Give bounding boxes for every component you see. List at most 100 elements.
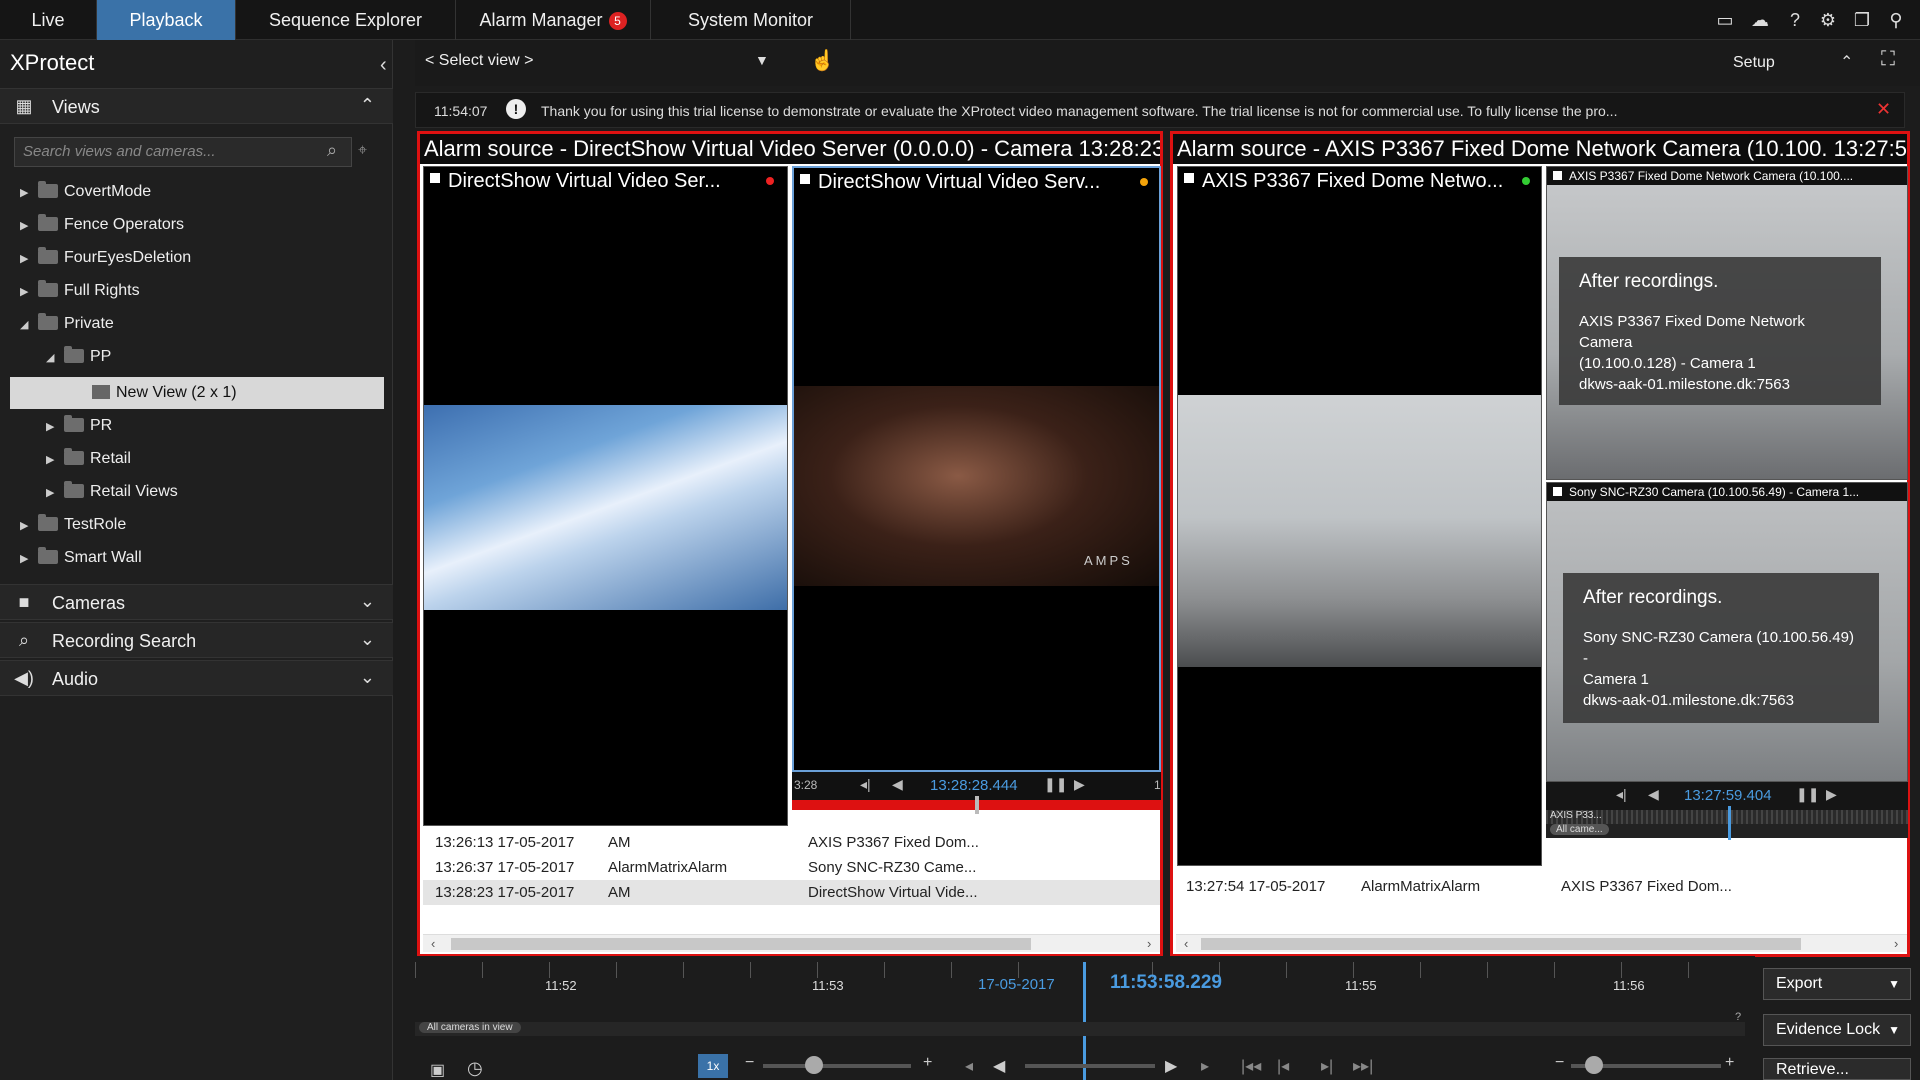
export-button[interactable]: Export ▼ xyxy=(1763,968,1911,1000)
camera-tile-axis-p3367[interactable]: AXIS P3367 Fixed Dome Netwo... xyxy=(1177,166,1542,866)
tree-item-label: Retail xyxy=(90,450,131,467)
alarm-row[interactable]: 13:26:13 17-05-2017 AM AXIS P3367 Fixed … xyxy=(423,830,1160,855)
playback-handle[interactable] xyxy=(1728,806,1731,840)
timeline-help[interactable]: ? xyxy=(1735,1011,1741,1023)
speed-slider[interactable] xyxy=(763,1064,911,1068)
gear-icon[interactable]: ⚙ xyxy=(1816,8,1840,32)
alarm-row[interactable]: 13:27:54 17-05-2017 AlarmMatrixAlarm AXI… xyxy=(1176,874,1907,899)
tree-item-smart-wall[interactable]: ▶ Smart Wall xyxy=(20,543,142,573)
step-forward-icon[interactable]: ▶ xyxy=(1074,776,1085,793)
tab-system-monitor[interactable]: System Monitor xyxy=(651,0,851,40)
folder-icon xyxy=(38,514,58,531)
speed-badge[interactable]: 1x xyxy=(698,1054,728,1078)
alarm-row-selected[interactable]: 13:28:23 17-05-2017 AM DirectShow Virtua… xyxy=(423,880,1160,905)
search-icon[interactable]: ⌕ xyxy=(327,140,337,161)
scroll-right-icon[interactable]: › xyxy=(1894,936,1898,951)
skip-back-icon[interactable]: ◂| xyxy=(1616,786,1627,803)
step-forward-icon[interactable]: ▶ xyxy=(1826,786,1837,803)
speed-slider-handle[interactable] xyxy=(805,1056,823,1074)
snapshot-icon[interactable]: ▣ xyxy=(430,1060,445,1080)
timeline-track[interactable]: All cameras in view xyxy=(415,1022,1745,1036)
zoom-minus-icon[interactable]: − xyxy=(1555,1054,1564,1072)
chevron-up-icon[interactable]: ⌃ xyxy=(1840,52,1853,72)
help-icon[interactable]: ? xyxy=(1783,8,1807,32)
audio-section-header[interactable]: ◀) Audio ⌄ xyxy=(0,660,393,696)
scroll-right-icon[interactable]: › xyxy=(1147,936,1151,951)
recording-search-section-header[interactable]: ⌕ Recording Search ⌄ xyxy=(0,622,393,658)
camera-tile-sony-snc-rz30[interactable]: Sony SNC-RZ30 Camera (10.100.56.49) - Ca… xyxy=(1546,482,1908,782)
zoom-plus-icon[interactable]: + xyxy=(1725,1054,1734,1072)
close-icon[interactable]: ✕ xyxy=(1876,99,1891,120)
prev-frame-icon[interactable]: |◂ xyxy=(1277,1056,1289,1076)
camera-tile-directshow-1[interactable]: DirectShow Virtual Video Ser... xyxy=(423,166,788,826)
mini-timeline-track-1[interactable]: AXIS P33... xyxy=(1546,810,1908,824)
mini-timeline-track-2[interactable]: All came... xyxy=(1546,824,1908,838)
tree-item-pr[interactable]: ▶ PR xyxy=(46,411,112,441)
tree-item-label: Retail Views xyxy=(90,483,178,500)
hand-pointer-icon[interactable]: ☝ xyxy=(810,48,835,73)
prev-sequence-icon[interactable]: ◂ xyxy=(965,1056,973,1076)
jog-slider[interactable] xyxy=(1025,1064,1155,1068)
status-icon[interactable]: ☁ xyxy=(1748,8,1772,32)
last-frame-icon[interactable]: ▸▸| xyxy=(1353,1056,1373,1076)
timeline-cursor[interactable] xyxy=(1083,962,1086,1080)
pause-icon[interactable]: ❚❚ xyxy=(1044,776,1067,793)
scrollbar-thumb[interactable] xyxy=(451,938,1031,950)
pin-icon[interactable]: ⚲ xyxy=(1884,8,1908,32)
playback-handle[interactable] xyxy=(975,796,979,814)
step-back-icon[interactable]: ◀ xyxy=(1648,786,1659,803)
speed-plus-icon[interactable]: + xyxy=(923,1054,932,1072)
tree-item-fence-operators[interactable]: ▶ Fence Operators xyxy=(20,210,184,240)
horizontal-scrollbar[interactable]: ‹ › xyxy=(423,934,1160,952)
tab-alarm-manager[interactable]: Alarm Manager 5 xyxy=(456,0,651,40)
tab-sequence-explorer[interactable]: Sequence Explorer xyxy=(236,0,456,40)
first-frame-icon[interactable]: |◂◂ xyxy=(1241,1056,1261,1076)
tree-item-private[interactable]: ◢ Private xyxy=(20,309,114,339)
pause-icon[interactable]: ❚❚ xyxy=(1796,786,1819,803)
select-view-dropdown[interactable]: < Select view > xyxy=(425,52,534,70)
clock-icon[interactable]: ◷ xyxy=(467,1058,483,1079)
tab-live[interactable]: Live xyxy=(0,0,97,40)
scroll-left-icon[interactable]: ‹ xyxy=(431,936,435,951)
tree-item-label: PR xyxy=(90,417,113,434)
dropdown-arrow-icon[interactable]: ▼ xyxy=(755,52,769,68)
recording-indicator-icon xyxy=(1522,177,1530,185)
tree-item-covertmode[interactable]: ▶ CovertMode xyxy=(20,177,151,207)
speed-minus-icon[interactable]: − xyxy=(745,1054,754,1072)
scrollbar-thumb[interactable] xyxy=(1201,938,1801,950)
horizontal-scrollbar[interactable]: ‹ › xyxy=(1176,934,1907,952)
tab-playback[interactable]: Playback xyxy=(97,0,236,40)
scroll-left-icon[interactable]: ‹ xyxy=(1184,936,1188,951)
setup-button[interactable]: Setup xyxy=(1733,54,1775,72)
next-frame-icon[interactable]: ▸| xyxy=(1321,1056,1333,1076)
play-forward-icon[interactable]: ▶ xyxy=(1165,1056,1177,1076)
search-input[interactable]: Search views and cameras... xyxy=(14,137,352,167)
zoom-slider-handle[interactable] xyxy=(1585,1056,1603,1074)
folder-icon xyxy=(64,415,84,432)
fullscreen-icon[interactable]: ⛶ xyxy=(1881,48,1895,71)
views-section-header[interactable]: ▦ Views ⌃ xyxy=(0,88,393,124)
tree-item-new-view[interactable]: New View (2 x 1) xyxy=(92,378,237,408)
camera-tile-axis-p3367-recorded[interactable]: AXIS P3367 Fixed Dome Network Camera (10… xyxy=(1546,166,1908,480)
evidence-lock-button[interactable]: Evidence Lock ▼ xyxy=(1763,1014,1911,1046)
tree-item-retail-views[interactable]: ▶ Retail Views xyxy=(46,477,178,507)
camera-tile-directshow-2[interactable]: DirectShow Virtual Video Serv... AMPS xyxy=(792,166,1161,772)
cameras-section-header[interactable]: ■ Cameras ⌄ xyxy=(0,584,393,620)
alarm-row[interactable]: 13:26:37 17-05-2017 AlarmMatrixAlarm Son… xyxy=(423,855,1160,880)
collapse-panel-icon[interactable]: ‹ xyxy=(380,54,387,77)
next-sequence-icon[interactable]: ▸ xyxy=(1201,1056,1209,1076)
tree-item-pp[interactable]: ◢ PP xyxy=(46,342,111,372)
tree-item-full-rights[interactable]: ▶ Full Rights xyxy=(20,276,140,306)
alarm-type: AM xyxy=(608,884,631,901)
tag-icon[interactable]: ⌖ xyxy=(358,142,367,160)
views-header-label: Views xyxy=(52,97,100,117)
retrieve-button[interactable]: Retrieve... xyxy=(1763,1058,1911,1080)
tree-item-testrole[interactable]: ▶ TestRole xyxy=(20,510,126,540)
window-icon[interactable]: ❐ xyxy=(1850,8,1874,32)
tree-item-foureyesdeletion[interactable]: ▶ FourEyesDeletion xyxy=(20,243,191,273)
play-reverse-icon[interactable]: ◀ xyxy=(993,1056,1005,1076)
step-back-icon[interactable]: ◀ xyxy=(892,776,903,793)
skip-back-icon[interactable]: ◂| xyxy=(860,776,871,793)
screen-icon[interactable]: ▭ xyxy=(1713,8,1737,32)
tree-item-retail[interactable]: ▶ Retail xyxy=(46,444,131,474)
